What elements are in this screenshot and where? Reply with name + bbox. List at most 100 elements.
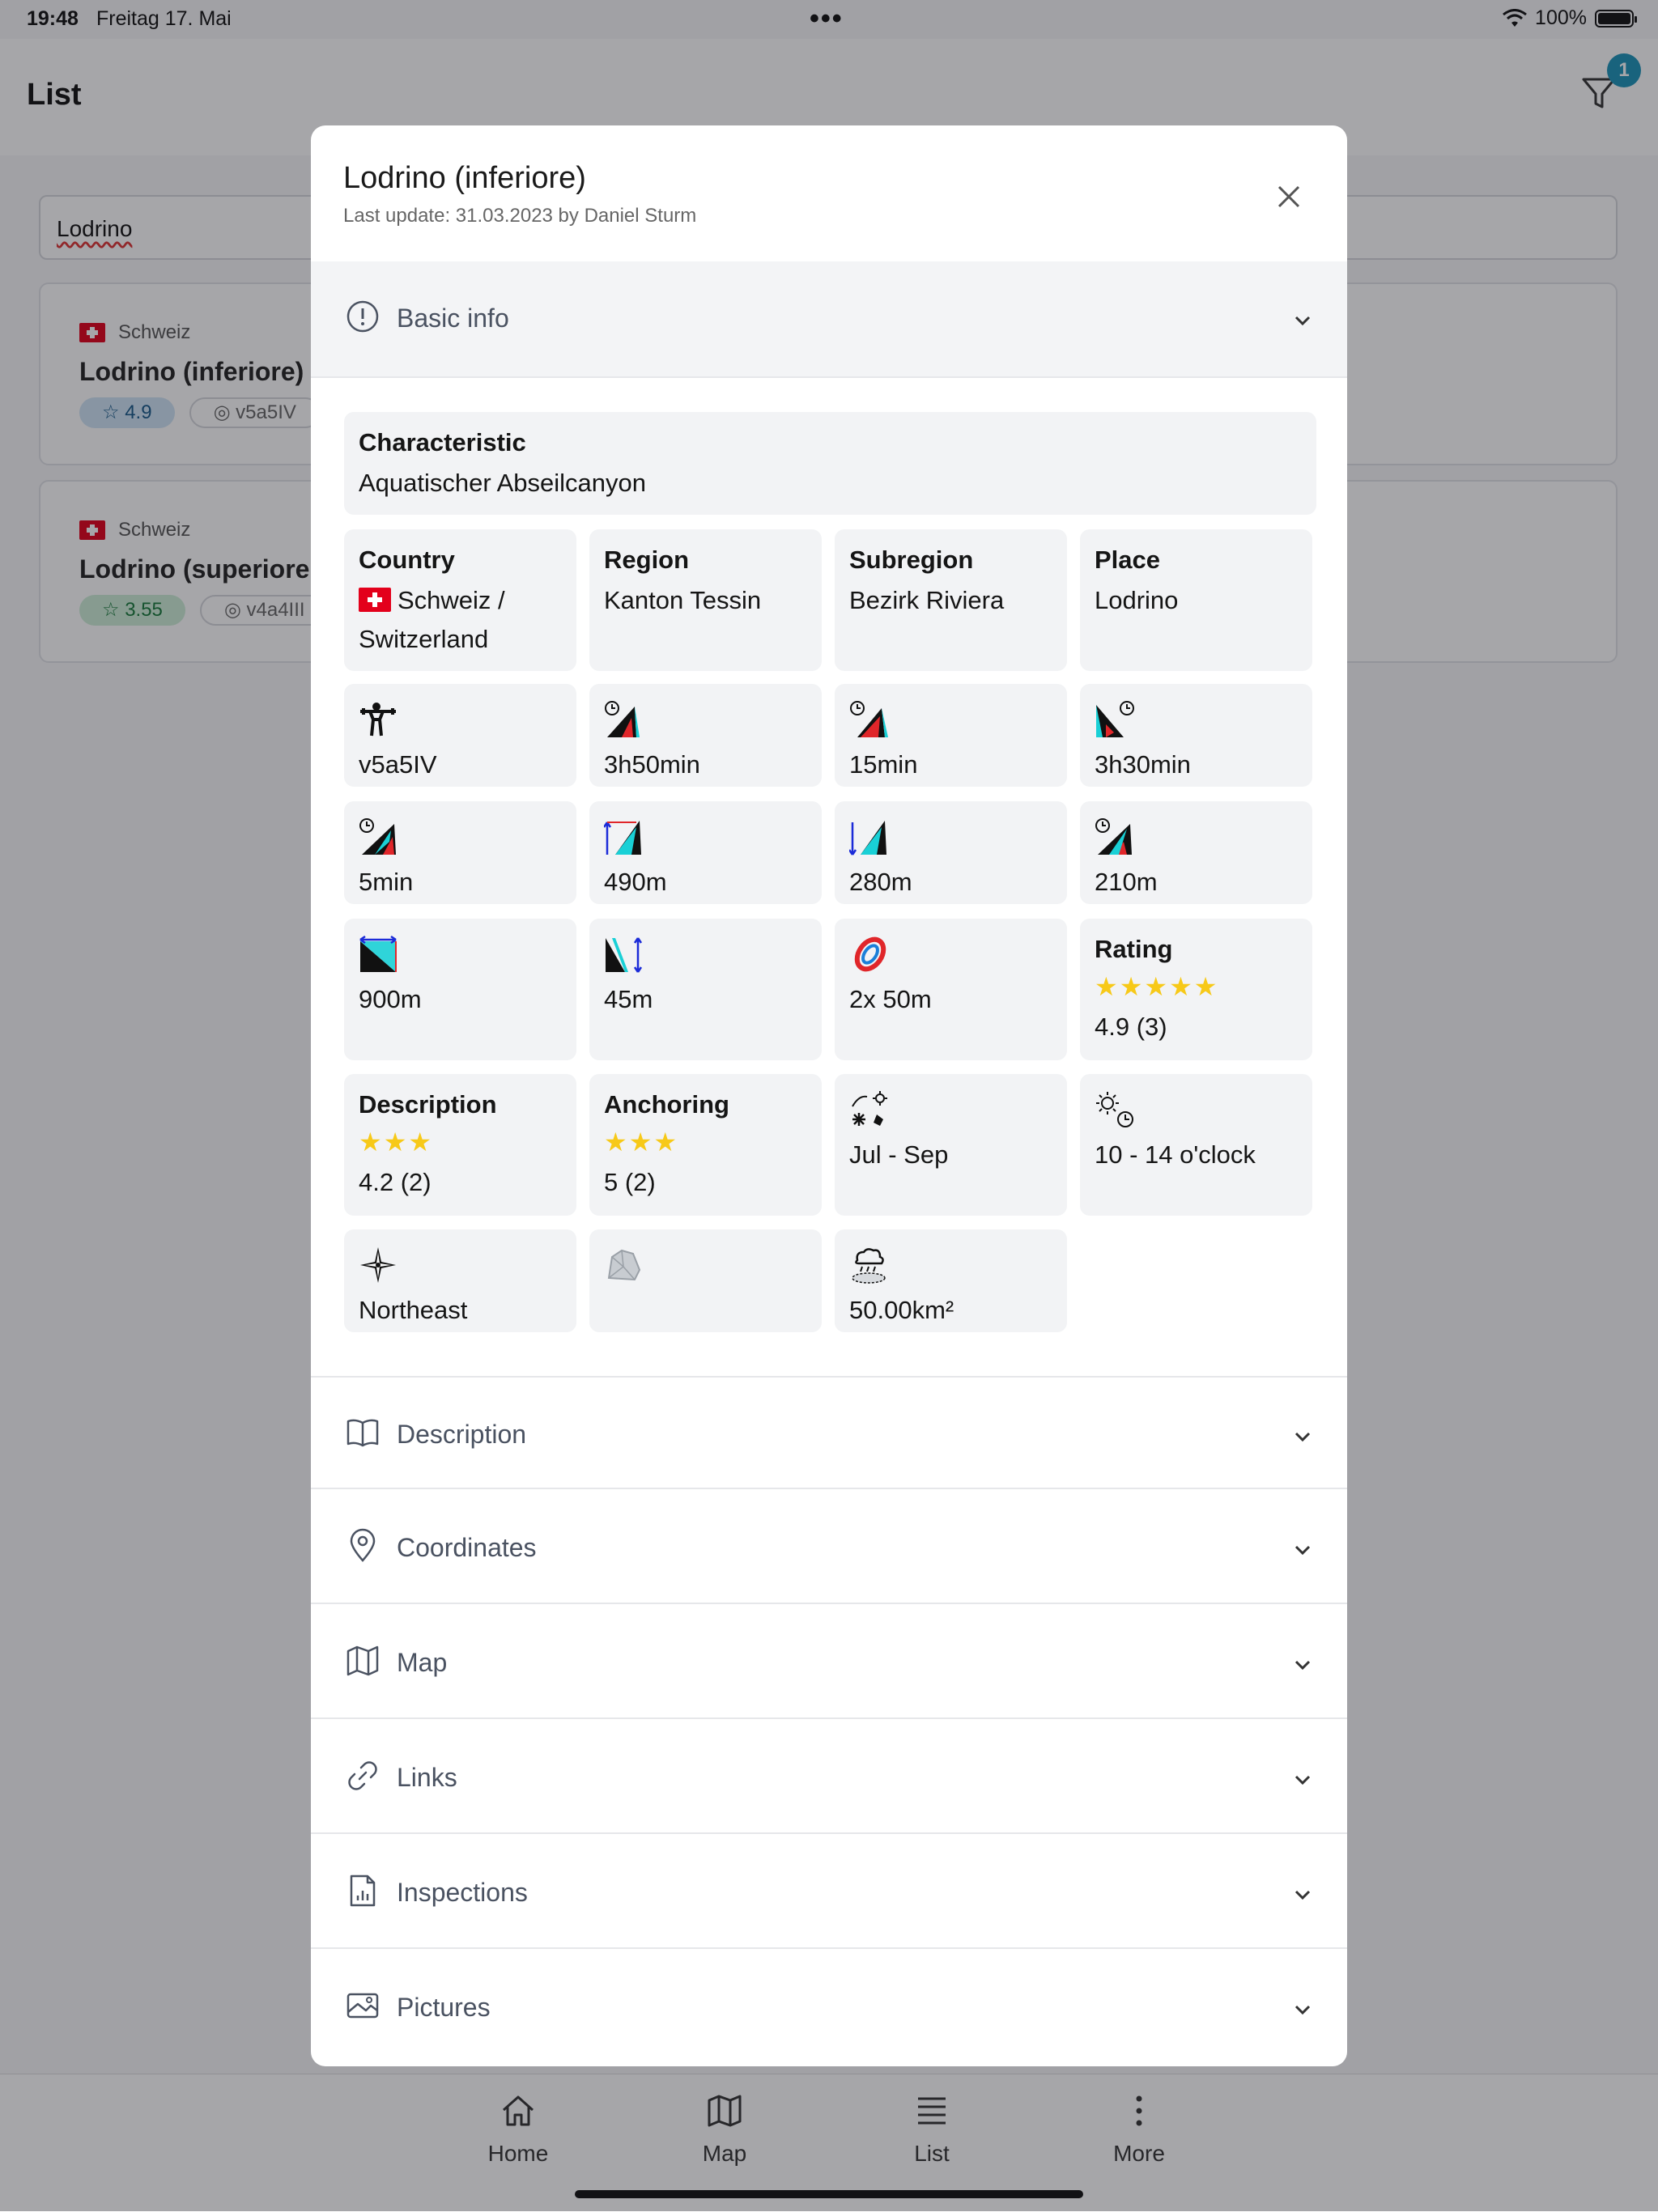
total-time-icon <box>605 701 640 737</box>
map-icon <box>346 1645 379 1676</box>
section-map-label: Map <box>397 1648 448 1677</box>
section-coordinates[interactable]: Coordinates <box>311 1491 1347 1604</box>
descent-value: 280m <box>849 868 912 896</box>
rating-value: 4.9 (3) <box>1095 1013 1167 1041</box>
orientation-value: Northeast <box>359 1296 468 1324</box>
place-label: Place <box>1095 546 1161 574</box>
section-inspections[interactable]: Inspections <box>311 1836 1347 1949</box>
weightlifter-icon <box>360 703 396 737</box>
chevron-down-icon <box>1295 2005 1311 2015</box>
region-card: Region Kanton Tessin <box>589 529 822 671</box>
modal-header: Lodrino (inferiore) Last update: 31.03.2… <box>311 125 1347 263</box>
season-value: Jul - Sep <box>849 1140 949 1169</box>
description-rating-value: 4.2 (2) <box>359 1168 432 1196</box>
characteristic-label: Characteristic <box>359 428 526 456</box>
chevron-down-icon <box>1295 1660 1311 1671</box>
descent-time-icon <box>1096 701 1134 737</box>
total-time-value: 3h50min <box>604 750 700 779</box>
section-description[interactable]: Description <box>311 1376 1347 1489</box>
rock-icon <box>607 1249 641 1281</box>
document-chart-icon <box>350 1874 376 1907</box>
anchoring-rating-label: Anchoring <box>604 1090 729 1119</box>
rating-label: Rating <box>1095 935 1173 963</box>
chevron-down-icon <box>1295 1432 1311 1442</box>
section-description-label: Description <box>397 1420 527 1449</box>
return-time-value: 5min <box>359 868 414 896</box>
anchoring-rating-card: Anchoring ★★★ 5 (2) <box>589 1074 822 1216</box>
modal-subtitle: Last update: 31.03.2023 by Daniel Sturm <box>343 205 697 227</box>
max-rappel-card: 45m <box>589 919 822 1060</box>
canyon-detail-modal: Lodrino (inferiore) Last update: 31.03.2… <box>311 125 1347 2066</box>
descent-time-value: 3h30min <box>1095 750 1191 779</box>
catchment-rain-icon <box>852 1248 886 1284</box>
rope-value: 2x 50m <box>849 985 932 1013</box>
descent-time-card: 3h30min <box>1080 684 1312 787</box>
link-icon <box>348 1761 377 1790</box>
catchment-value: 50.00km² <box>849 1296 954 1324</box>
seasons-icon <box>852 1091 887 1126</box>
return-time-card: 5min <box>344 801 576 904</box>
section-basic-info[interactable]: Basic info <box>311 261 1347 378</box>
rope-card: 2x 50m <box>835 919 1067 1060</box>
length-value: 900m <box>359 985 422 1013</box>
open-book-icon <box>346 1419 379 1447</box>
sun-clock-icon <box>1096 1092 1133 1127</box>
approach-time-value: 15min <box>849 750 918 779</box>
country-label: Country <box>359 546 455 574</box>
section-map[interactable]: Map <box>311 1606 1347 1719</box>
section-inspections-label: Inspections <box>397 1878 528 1907</box>
section-links-label: Links <box>397 1763 457 1792</box>
country-value: Schweiz / Switzerland <box>359 586 505 653</box>
subregion-value: Bezirk Riviera <box>849 586 1005 614</box>
max-rappel-value: 45m <box>604 985 653 1013</box>
total-time-card: 3h50min <box>589 684 822 787</box>
chevron-down-icon <box>1295 1545 1311 1556</box>
descent-icon <box>849 821 886 856</box>
rock-type-card <box>589 1229 822 1332</box>
description-rating-card: Description ★★★ 4.2 (2) <box>344 1074 576 1216</box>
grade-card: v5a5IV <box>344 684 576 787</box>
rating-card: Rating ★★★★★ 4.9 (3) <box>1080 919 1312 1060</box>
rating-stars: ★★★★★ <box>1095 972 1219 1001</box>
section-basic-info-label: Basic info <box>397 304 509 333</box>
subregion-label: Subregion <box>849 546 974 574</box>
subregion-card: Subregion Bezirk Riviera <box>835 529 1067 671</box>
approach-time-icon <box>850 701 888 737</box>
image-icon <box>346 1993 379 2019</box>
length-card: 900m <box>344 919 576 1060</box>
characteristic-card: Characteristic Aquatischer Abseilcanyon <box>344 412 1316 515</box>
grade-value: v5a5IV <box>359 750 437 779</box>
country-card: Country Schweiz / Switzerland <box>344 529 576 671</box>
close-icon[interactable] <box>1271 179 1307 214</box>
anchoring-rating-value: 5 (2) <box>604 1168 656 1196</box>
swiss-flag-icon <box>359 588 391 612</box>
rope-icon <box>854 936 886 972</box>
section-links[interactable]: Links <box>311 1721 1347 1834</box>
length-icon <box>359 935 397 972</box>
chevron-down-icon <box>1295 1775 1311 1785</box>
section-pictures[interactable]: Pictures <box>311 1951 1347 2064</box>
ascent-value: 490m <box>604 868 667 896</box>
return-time-icon <box>359 818 396 855</box>
region-label: Region <box>604 546 690 574</box>
chevron-down-icon <box>1295 316 1311 326</box>
catchment-card: 50.00km² <box>835 1229 1067 1332</box>
compass-rose-icon <box>360 1247 396 1283</box>
height-card: 210m <box>1080 801 1312 904</box>
max-rappel-icon <box>606 937 643 973</box>
best-time-card: 10 - 14 o'clock <box>1080 1074 1312 1216</box>
region-value: Kanton Tessin <box>604 586 762 614</box>
approach-time-card: 15min <box>835 684 1067 787</box>
modal-title: Lodrino (inferiore) <box>343 161 586 195</box>
best-time-value: 10 - 14 o'clock <box>1095 1140 1256 1169</box>
place-value: Lodrino <box>1095 586 1179 614</box>
characteristic-value: Aquatischer Abseilcanyon <box>359 469 647 497</box>
season-card: Jul - Sep <box>835 1074 1067 1216</box>
description-stars: ★★★ <box>359 1127 434 1157</box>
info-circle-icon <box>346 300 379 333</box>
height-value: 210m <box>1095 868 1158 896</box>
anchoring-stars: ★★★ <box>604 1127 679 1157</box>
section-coordinates-label: Coordinates <box>397 1533 537 1562</box>
ascent-card: 490m <box>589 801 822 904</box>
place-card: Place Lodrino <box>1080 529 1312 671</box>
